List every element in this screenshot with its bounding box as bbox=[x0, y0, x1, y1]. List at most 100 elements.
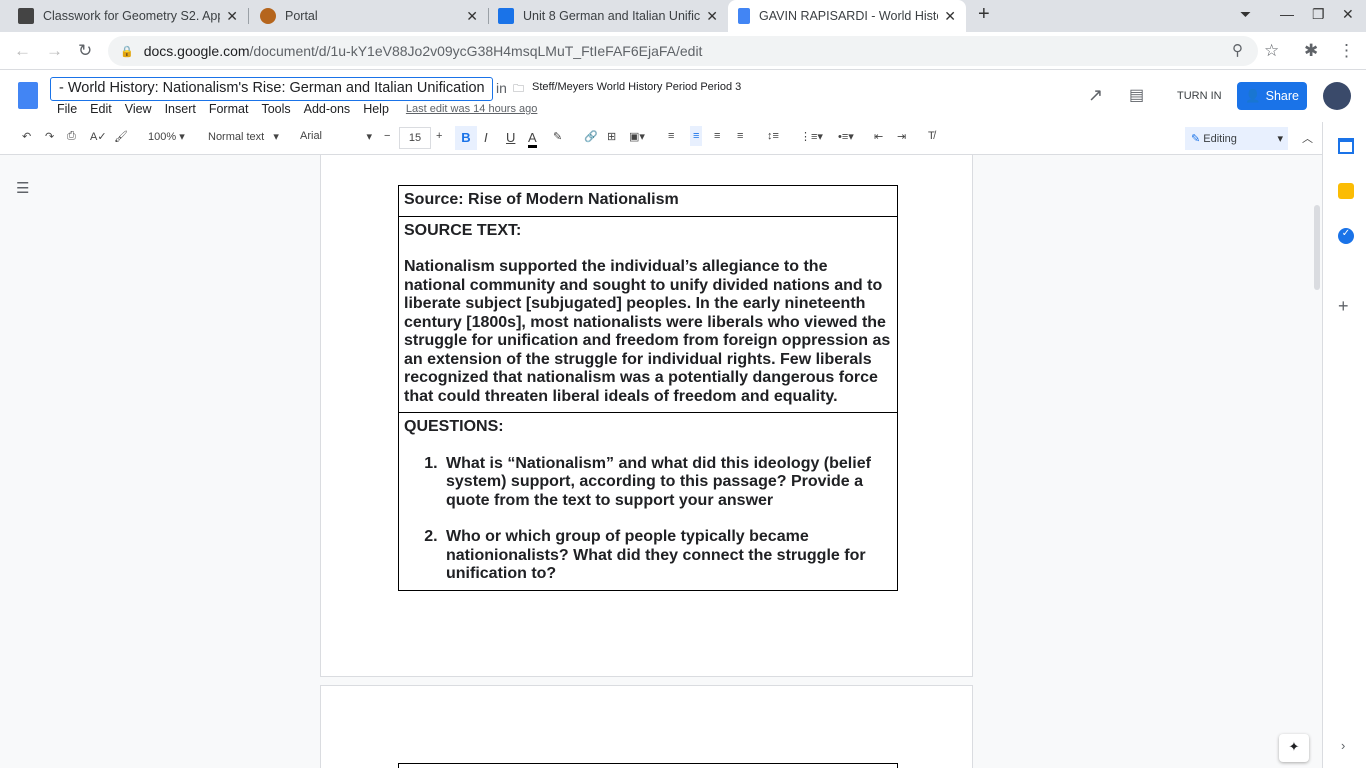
highlight-icon[interactable]: ✎ bbox=[553, 130, 562, 143]
explore-button[interactable]: ✦ bbox=[1279, 734, 1309, 762]
undo-icon[interactable]: ↶ bbox=[22, 130, 31, 143]
align-left-icon[interactable]: ≡ bbox=[668, 130, 674, 142]
increase-font-size-button[interactable]: + bbox=[436, 130, 442, 142]
clear-formatting-icon[interactable]: T̸ bbox=[928, 130, 935, 142]
close-tab-icon[interactable]: ✕ bbox=[706, 8, 718, 25]
editing-mode-select[interactable]: ✎ Editing ▾ bbox=[1185, 127, 1288, 150]
close-tab-icon[interactable]: ✕ bbox=[226, 8, 238, 25]
lock-icon: 🔒 bbox=[120, 45, 134, 58]
address-bar-row: ← → ↻ 🔒 docs.google.com/document/d/1u-kY1… bbox=[0, 32, 1366, 70]
extensions-icon[interactable]: ✱ bbox=[1304, 41, 1318, 61]
menu-view[interactable]: View bbox=[125, 102, 152, 116]
docs-header: - World History: Nationalism's Rise: Ger… bbox=[0, 70, 1366, 122]
back-icon[interactable]: ← bbox=[14, 41, 31, 61]
classroom-icon bbox=[498, 8, 514, 24]
align-right-icon[interactable]: ≡ bbox=[714, 130, 720, 142]
bold-button[interactable]: B bbox=[455, 126, 477, 150]
folder-icon[interactable]: 🗀 bbox=[513, 80, 524, 99]
expand-panel-icon[interactable]: › bbox=[1341, 738, 1345, 753]
document-canvas: ☰ Source: Rise of Modern Nationalism SOU… bbox=[0, 155, 1322, 768]
turn-in-button[interactable]: TURN IN bbox=[1177, 90, 1222, 102]
document-page[interactable]: Source: Rise of Modern Nationalism SOURC… bbox=[320, 155, 973, 677]
comment-add-icon[interactable]: ⊞ bbox=[607, 130, 616, 143]
scrollbar-thumb[interactable] bbox=[1314, 205, 1320, 290]
spellcheck-icon[interactable]: A✓ bbox=[90, 130, 107, 143]
menu-edit[interactable]: Edit bbox=[90, 102, 112, 116]
close-tab-icon[interactable]: ✕ bbox=[944, 8, 956, 25]
last-edit-link[interactable]: Last edit was 14 hours ago bbox=[406, 103, 537, 116]
next-table bbox=[398, 763, 898, 768]
paint-format-icon[interactable]: 🖌 bbox=[114, 130, 128, 143]
questions-cell[interactable]: QUESTIONS: What is “Nationalism” and wha… bbox=[398, 412, 898, 591]
calendar-icon[interactable] bbox=[1338, 138, 1354, 154]
close-window-button[interactable]: ✕ bbox=[1342, 6, 1354, 23]
tab-active-doc[interactable]: GAVIN RAPISARDI - World History ✕ bbox=[728, 0, 966, 32]
numbered-list-icon[interactable]: ⋮≡▾ bbox=[800, 130, 823, 143]
add-addon-icon[interactable]: + bbox=[1338, 296, 1349, 317]
line-spacing-icon[interactable]: ↕≡ bbox=[767, 130, 779, 142]
align-center-icon[interactable]: ≡ bbox=[690, 126, 703, 146]
font-size-input[interactable]: 15 bbox=[399, 127, 431, 149]
bulleted-list-icon[interactable]: •≡▾ bbox=[838, 130, 854, 143]
keep-icon[interactable] bbox=[1338, 183, 1354, 199]
forward-icon[interactable]: → bbox=[46, 41, 63, 61]
share-button[interactable]: 👤 Share bbox=[1237, 82, 1307, 110]
restore-button[interactable]: ❐ bbox=[1312, 6, 1325, 23]
source-title[interactable]: Source: Rise of Modern Nationalism bbox=[398, 185, 898, 217]
underline-button[interactable]: U bbox=[506, 130, 515, 145]
zoom-select[interactable]: 100% ▾ bbox=[148, 130, 185, 143]
source-text: Nationalism supported the individual’s a… bbox=[404, 258, 891, 405]
close-tab-icon[interactable]: ✕ bbox=[466, 8, 478, 25]
comments-icon[interactable]: ▤ bbox=[1129, 85, 1144, 105]
source-table: Source: Rise of Modern Nationalism SOURC… bbox=[398, 185, 898, 591]
tab-strip: Classwork for Geometry S2. App ✕ Portal ✕ … bbox=[0, 0, 1366, 32]
tab-classwork[interactable]: Classwork for Geometry S2. App ✕ bbox=[8, 0, 248, 32]
source-text-cell[interactable]: SOURCE TEXT: Nationalism supported the i… bbox=[398, 215, 898, 413]
person-icon: 👤 bbox=[1245, 88, 1261, 103]
collapse-menu-icon[interactable]: ︿ bbox=[1302, 130, 1313, 146]
menu-help[interactable]: Help bbox=[363, 102, 389, 116]
url-input[interactable]: 🔒 docs.google.com/document/d/1u-kY1eV88Jo… bbox=[108, 36, 1258, 66]
zoom-icon[interactable]: ⚲ bbox=[1232, 41, 1243, 59]
docs-logo-icon[interactable] bbox=[18, 82, 38, 109]
activity-trend-icon[interactable]: ↗ bbox=[1088, 85, 1103, 106]
decrease-indent-icon[interactable]: ⇤ bbox=[874, 130, 883, 143]
question-2: Who or which group of people typically b… bbox=[442, 528, 892, 584]
document-title-input[interactable]: - World History: Nationalism's Rise: Ger… bbox=[50, 77, 493, 101]
text-color-button[interactable]: A bbox=[528, 130, 537, 148]
italic-button[interactable]: I bbox=[484, 130, 488, 145]
source-label: SOURCE TEXT: bbox=[404, 221, 522, 239]
new-tab-button[interactable]: + bbox=[978, 3, 990, 26]
menu-insert[interactable]: Insert bbox=[165, 102, 196, 116]
tab-portal[interactable]: Portal ✕ bbox=[250, 0, 488, 32]
bookmark-star-icon[interactable]: ☆ bbox=[1264, 41, 1279, 61]
outline-icon[interactable]: ☰ bbox=[16, 179, 29, 197]
style-select[interactable]: Normal text ▾ bbox=[208, 130, 279, 143]
browser-menu-icon[interactable]: ⋮ bbox=[1338, 41, 1355, 61]
decrease-font-size-button[interactable]: − bbox=[384, 130, 390, 142]
menu-format[interactable]: Format bbox=[209, 102, 249, 116]
side-panel: ✓ + ✦ › bbox=[1279, 122, 1366, 768]
font-select[interactable]: Arial ▾ bbox=[300, 130, 372, 143]
avatar[interactable] bbox=[1323, 82, 1351, 110]
menu-tools[interactable]: Tools bbox=[261, 102, 290, 116]
menu-file[interactable]: File bbox=[57, 102, 77, 116]
tasks-icon[interactable]: ✓ bbox=[1338, 228, 1354, 244]
document-page-2[interactable] bbox=[320, 685, 973, 768]
menu-addons[interactable]: Add-ons bbox=[304, 102, 351, 116]
classroom-icon bbox=[18, 8, 34, 24]
link-icon[interactable]: 🔗 bbox=[584, 130, 598, 143]
docs-icon bbox=[738, 8, 750, 24]
tab-unit8[interactable]: Unit 8 German and Italian Unific ✕ bbox=[488, 0, 728, 32]
minimize-button[interactable]: — bbox=[1280, 6, 1294, 22]
justify-icon[interactable]: ≡ bbox=[737, 130, 743, 142]
increase-indent-icon[interactable]: ⇥ bbox=[897, 130, 906, 143]
tab-search-icon[interactable]: ⏷ bbox=[1240, 6, 1251, 23]
print-icon[interactable]: ⎙ bbox=[67, 130, 76, 143]
folder-name[interactable]: Steff/Meyers World History Period Period… bbox=[532, 81, 741, 93]
image-icon[interactable]: ▣▾ bbox=[629, 130, 645, 143]
question-1: What is “Nationalism” and what did this … bbox=[442, 455, 892, 511]
portal-icon bbox=[260, 8, 276, 24]
reload-icon[interactable]: ↻ bbox=[78, 41, 92, 61]
redo-icon[interactable]: ↷ bbox=[45, 130, 54, 143]
